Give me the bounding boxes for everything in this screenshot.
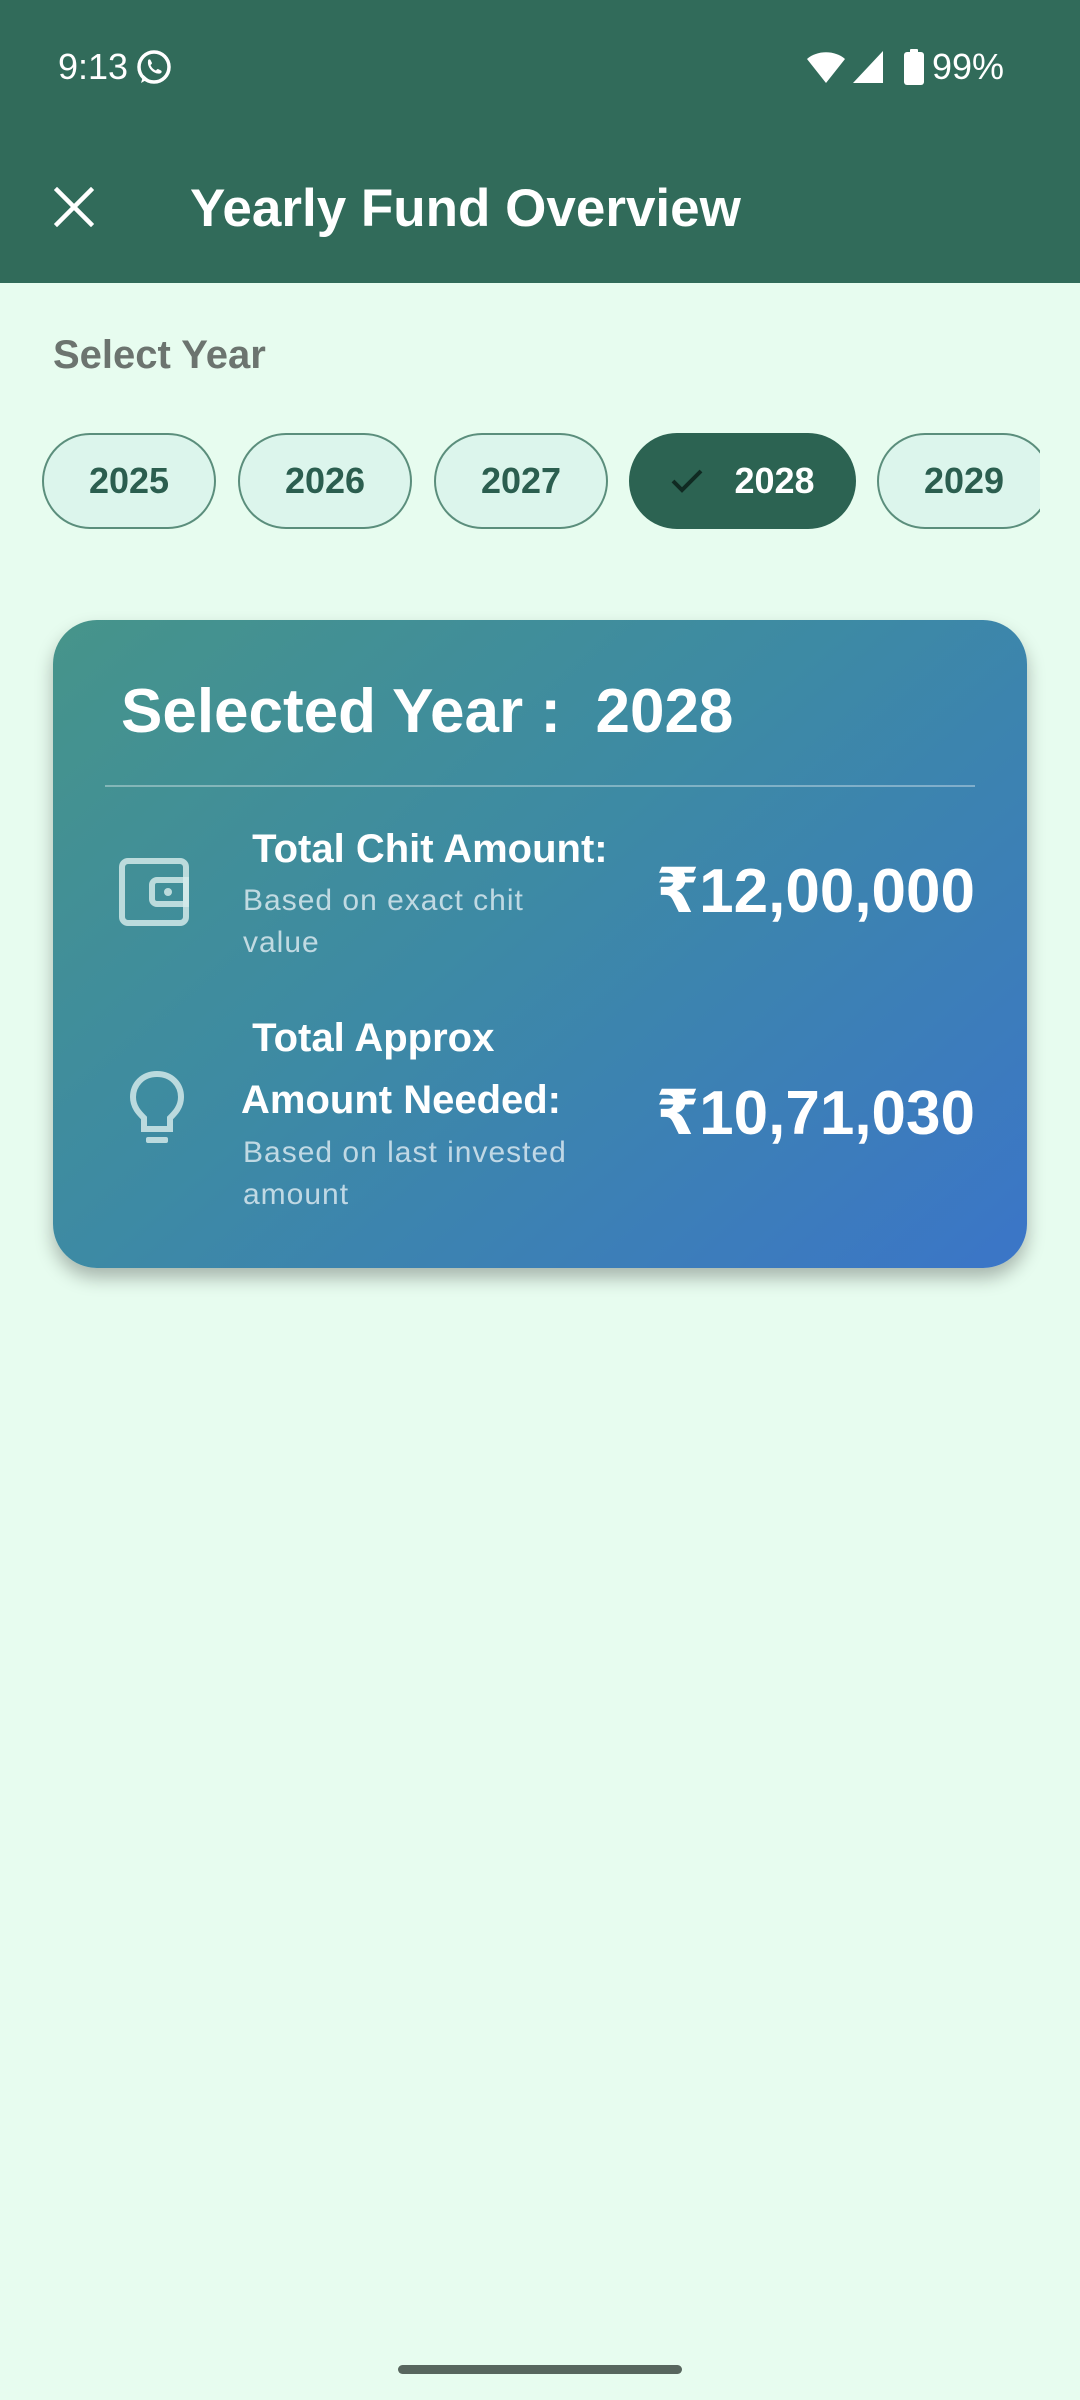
selected-year-title: Selected Year : 2028 [121, 677, 734, 746]
total-chit-label: Total Chit Amount: [241, 827, 608, 871]
select-year-label: Select Year [53, 333, 266, 377]
chip-label: 2026 [284, 460, 366, 501]
close-icon [53, 186, 95, 232]
year-chip-2025[interactable]: 2025 [42, 433, 216, 529]
chip-label: 2027 [480, 460, 562, 501]
battery-icon [903, 49, 924, 85]
close-button[interactable] [38, 173, 110, 245]
wifi-icon [806, 50, 846, 84]
card-divider [105, 785, 975, 787]
chip-label: 2029 [923, 460, 1005, 501]
wallet-icon [115, 852, 195, 932]
page-title: Yearly Fund Overview [190, 179, 741, 238]
check-icon [670, 468, 704, 494]
year-chip-2027[interactable]: 2027 [434, 433, 608, 529]
gesture-nav-bar[interactable] [398, 2365, 682, 2374]
lightbulb-icon [117, 1068, 197, 1152]
status-indicators: 99% [806, 46, 1004, 88]
chip-label: 2025 [88, 460, 170, 501]
summary-card: Selected Year : 2028 Total Chit Amount: … [53, 620, 1027, 1268]
year-chip-list[interactable]: 2025 2026 2027 2028 2029 [0, 432, 1040, 532]
year-chip-2026[interactable]: 2026 [238, 433, 412, 529]
year-chip-2029[interactable]: 2029 [877, 433, 1040, 529]
whatsapp-icon [134, 48, 174, 88]
total-chit-caption: Based on exact chit value [243, 884, 524, 959]
year-chip-2028[interactable]: 2028 [629, 433, 856, 529]
approx-amount-label: Total Approx Amount Needed: [241, 1016, 561, 1122]
total-chit-amount: ₹12,00,000 [656, 857, 975, 926]
status-time: 9:13 [58, 46, 129, 87]
approx-amount-caption: Based on last invested amount [243, 1136, 567, 1211]
app-bar: 9:13 99% Yearly Fund Overview [0, 0, 1080, 283]
chip-label: 2028 [734, 460, 815, 501]
battery-percent: 99% [931, 46, 1004, 87]
signal-icon [852, 50, 884, 84]
approx-amount: ₹10,71,030 [656, 1079, 975, 1148]
